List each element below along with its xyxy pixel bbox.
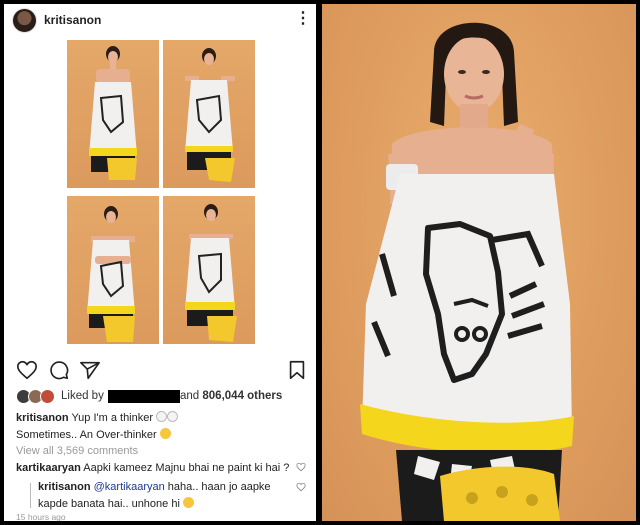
likes-row: Liked by and 806,044 others bbox=[4, 387, 316, 407]
thought-bubble-icon bbox=[156, 411, 168, 422]
post-actions bbox=[4, 356, 316, 384]
bookmark-icon[interactable] bbox=[286, 359, 308, 381]
reply-username[interactable]: kritisanon bbox=[38, 481, 91, 493]
reply: kapde banata hai.. unhone hi bbox=[38, 497, 194, 510]
reply-mention[interactable]: @kartikaaryan bbox=[94, 481, 165, 493]
photo-grid[interactable] bbox=[4, 40, 316, 354]
comment-heart-icon[interactable] bbox=[296, 482, 306, 492]
comment-username[interactable]: kartikaaryan bbox=[16, 462, 81, 474]
caption-text: Sometimes.. An Over-thinker bbox=[16, 429, 157, 441]
view-comments-link[interactable]: View all 3,569 comments bbox=[16, 445, 138, 457]
large-photo bbox=[322, 4, 636, 521]
reply-text: kapde banata hai.. unhone hi bbox=[38, 498, 180, 510]
caption-username[interactable]: kritisanon bbox=[16, 412, 69, 424]
grid-photo bbox=[67, 40, 159, 188]
reply: kritisanon @kartikaaryan haha.. haan jo … bbox=[38, 481, 271, 493]
grid-photo bbox=[163, 196, 255, 344]
face-emoji-icon bbox=[159, 428, 171, 439]
comment-text: Aapki kameez Majnu bhai ne paint ki hai … bbox=[83, 462, 290, 474]
likes-count[interactable]: and 806,044 others bbox=[180, 390, 282, 402]
caption-text: Yup I'm a thinker bbox=[71, 412, 154, 424]
comment-heart-icon[interactable] bbox=[296, 462, 306, 472]
reply-thread-line bbox=[30, 483, 31, 508]
share-icon[interactable] bbox=[79, 359, 101, 381]
comment-icon[interactable] bbox=[48, 359, 70, 381]
post-header: kritisanon ⋮ bbox=[4, 4, 316, 36]
avatar[interactable] bbox=[12, 8, 37, 33]
instagram-post: kritisanon ⋮ Liked by and 806,044 others… bbox=[4, 4, 316, 521]
more-icon[interactable]: ⋮ bbox=[295, 8, 311, 30]
comment: kartikaaryan Aapki kameez Majnu bhai ne … bbox=[16, 462, 289, 474]
heart-icon[interactable] bbox=[16, 359, 38, 381]
reply-text: haha.. haan jo aapke bbox=[167, 481, 271, 493]
face-emoji-icon bbox=[182, 497, 194, 508]
grid-photo bbox=[67, 196, 159, 344]
likes-prefix: Liked by bbox=[61, 390, 104, 402]
caption-line: Sometimes.. An Over-thinker bbox=[16, 428, 171, 441]
post-username[interactable]: kritisanon bbox=[44, 13, 101, 27]
thought-bubble-icon bbox=[167, 411, 179, 422]
avatar bbox=[40, 389, 55, 404]
grid-photo bbox=[163, 40, 255, 188]
post-timestamp: 15 hours ago bbox=[16, 512, 66, 521]
redacted-username bbox=[108, 390, 180, 403]
caption-line: kritisanon Yup I'm a thinker bbox=[16, 411, 179, 424]
liker-avatars[interactable] bbox=[16, 389, 58, 404]
